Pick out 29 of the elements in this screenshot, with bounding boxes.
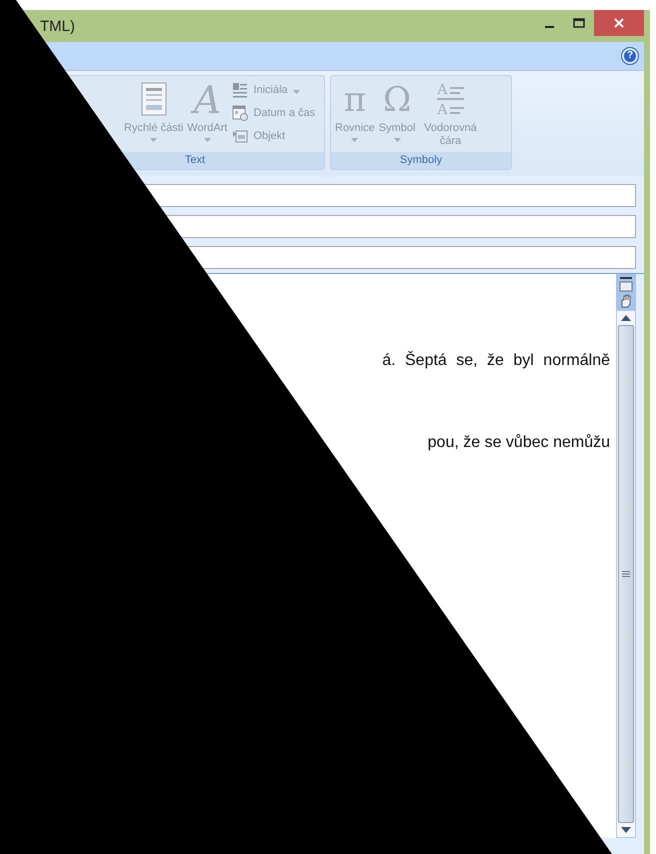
ribbon-button[interactable]: Datum a čas	[230, 103, 318, 123]
object-icon	[232, 128, 248, 144]
ruler-icon[interactable]	[619, 276, 633, 292]
ribbon-button[interactable]: A A Vodorovná čára	[418, 78, 482, 150]
hand-icon[interactable]	[619, 294, 633, 308]
symbol-icon: π	[344, 80, 366, 120]
scroll-down-icon[interactable]	[621, 827, 631, 833]
scroll-up-icon[interactable]	[621, 315, 631, 321]
help-button[interactable]: ?	[622, 48, 638, 64]
minimize-icon	[544, 26, 554, 28]
close-icon	[613, 17, 625, 29]
maximize-icon	[573, 18, 585, 28]
ribbon-button[interactable]: Objekt	[230, 126, 318, 146]
body-text: á. Šeptá se, že byl normálně	[382, 352, 610, 370]
scrollbar[interactable]	[616, 310, 636, 838]
calendar-icon	[232, 105, 248, 121]
ribbon-button[interactable]: Rychlé části	[123, 78, 184, 150]
ribbon-button[interactable]: A WordArt	[186, 78, 228, 150]
symbol-icon: Ω	[382, 80, 412, 120]
drop-cap-icon	[232, 82, 248, 98]
scroll-thumb[interactable]	[618, 325, 634, 823]
close-button[interactable]	[594, 10, 644, 36]
body-text: pou, že se vůbec nemůžu	[428, 434, 610, 452]
window-title: TML)	[39, 18, 75, 34]
group-label: Symboly	[331, 152, 511, 169]
ribbon-button[interactable]: Iniciála	[230, 80, 318, 100]
ribbon-button[interactable]: π Rovnice	[334, 78, 376, 150]
grip-icon	[622, 571, 630, 577]
ribbon-button[interactable]: Ω Symbol	[378, 78, 416, 150]
